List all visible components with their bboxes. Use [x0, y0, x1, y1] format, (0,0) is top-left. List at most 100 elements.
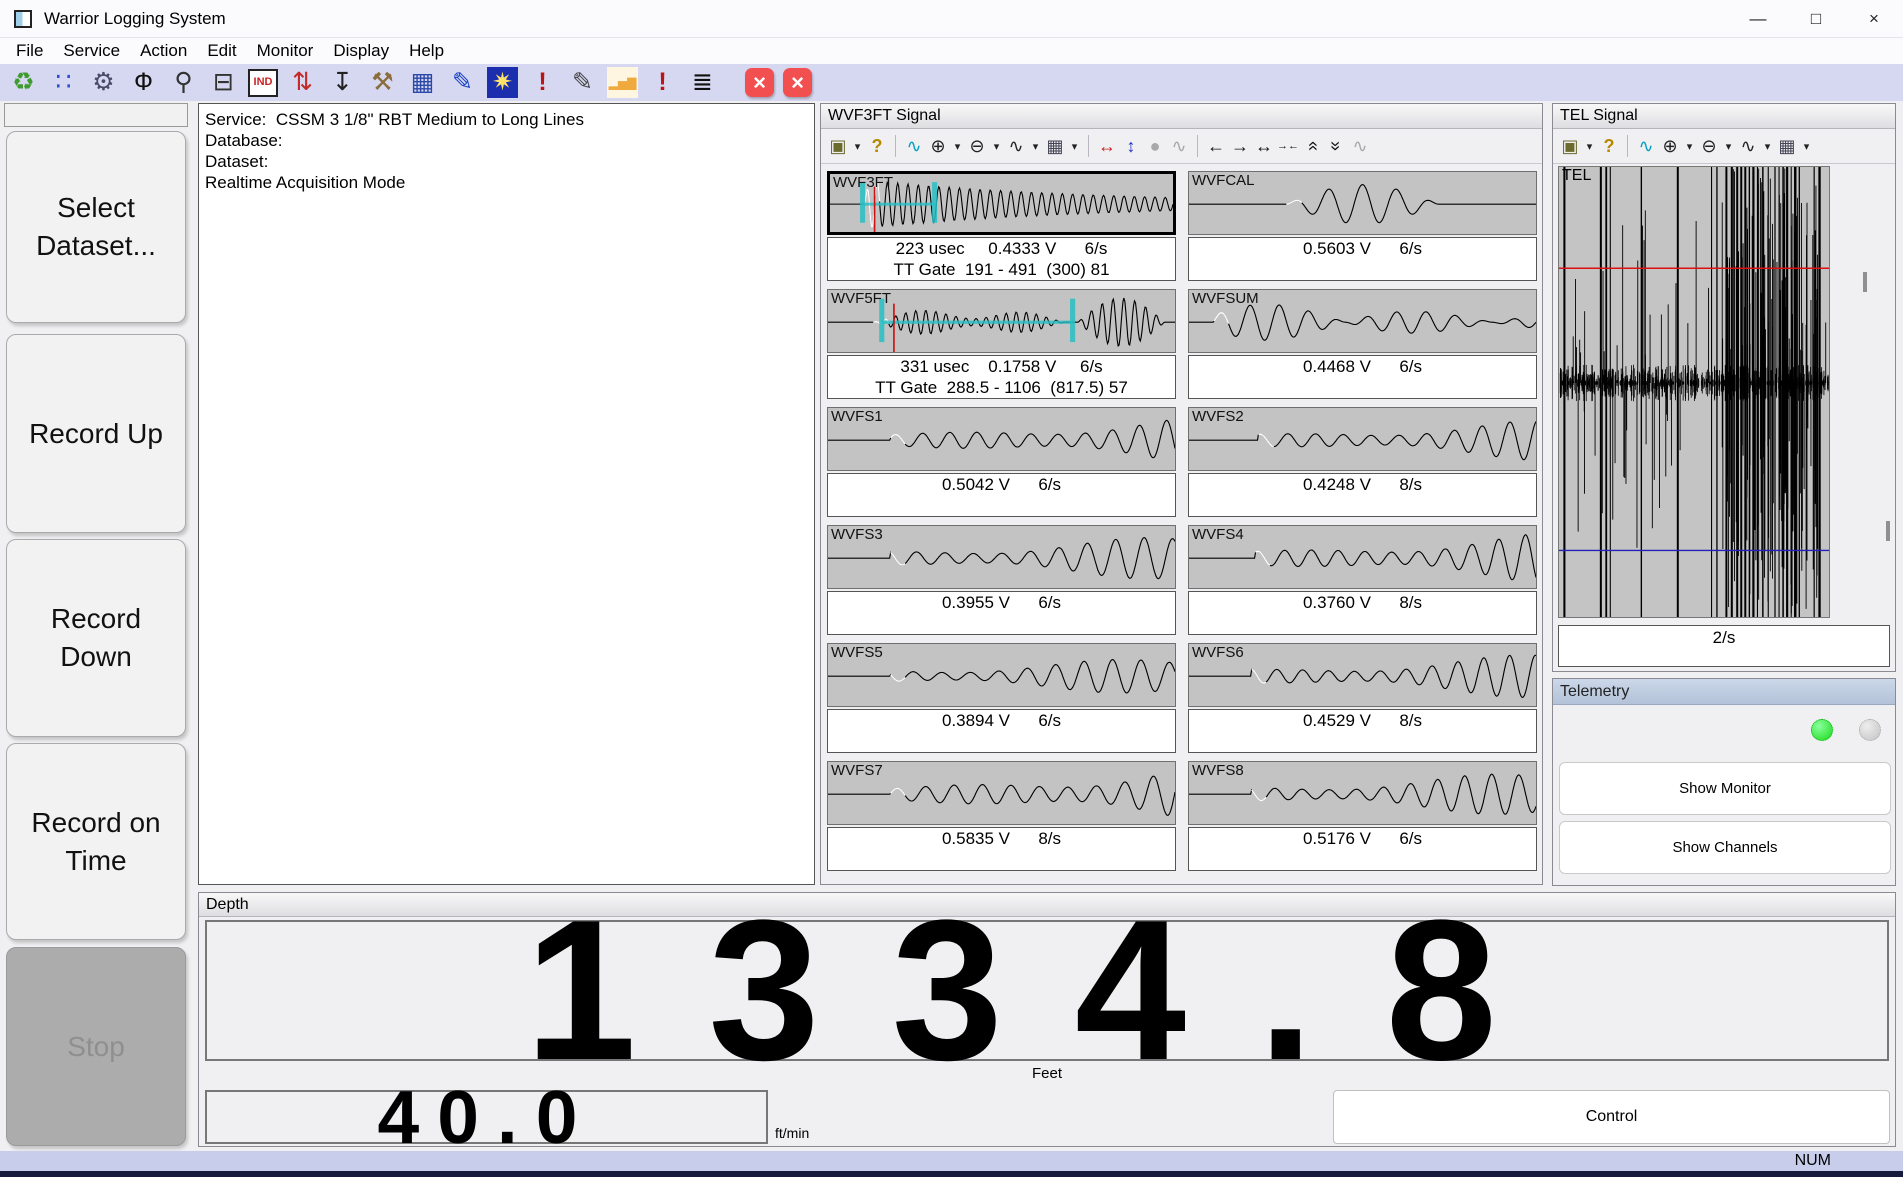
- tel-scroll-marker-top[interactable]: [1863, 272, 1867, 292]
- waveform-cell-wvfs7: WVFS70.5835 V 8/s: [827, 761, 1176, 871]
- waveform-trace-label: WVFS2: [1192, 408, 1244, 425]
- histogram-icon[interactable]: ▂▅▇: [607, 67, 638, 98]
- close-acquisition-icon[interactable]: ×: [745, 68, 774, 97]
- close-window-icon[interactable]: ×: [783, 68, 812, 97]
- sidebar-button-stop[interactable]: Stop: [6, 947, 186, 1146]
- dropdown-icon[interactable]: ▾: [1683, 134, 1696, 158]
- log-format-icon[interactable]: ▦: [407, 67, 438, 98]
- marker-disabled-icon[interactable]: ●: [1144, 134, 1166, 158]
- page-down-icon[interactable]: »: [1324, 135, 1348, 157]
- tel-scroll-marker-bottom[interactable]: [1886, 521, 1890, 541]
- minimize-button[interactable]: —: [1729, 0, 1787, 37]
- zoom-out-icon[interactable]: ⊖: [1698, 134, 1720, 158]
- dropdown-icon[interactable]: ▾: [1761, 134, 1774, 158]
- power-icon[interactable]: Ф: [128, 67, 159, 98]
- amplitude-gate-icon[interactable]: ↕: [1120, 134, 1142, 158]
- dropdown-icon[interactable]: ▾: [1029, 134, 1042, 158]
- toolbar-separator: [895, 135, 896, 157]
- waveform-cell-wvfs1: WVFS10.5042 V 6/s: [827, 407, 1176, 517]
- telemetry-button-show-channels[interactable]: Show Channels: [1559, 821, 1891, 874]
- waveform-display-wvfs1[interactable]: WVFS1: [827, 407, 1176, 471]
- waveform-display-wvfs3[interactable]: WVFS3: [827, 525, 1176, 589]
- dropdown-icon[interactable]: ▾: [1583, 134, 1596, 158]
- menu-help[interactable]: Help: [399, 41, 454, 61]
- sidebar-button-record-down[interactable]: Record Down: [6, 539, 186, 737]
- waveform-trace-label: WVFS4: [1192, 526, 1244, 543]
- print-log-icon[interactable]: ⊟: [208, 67, 239, 98]
- tel-sample-rate: 2/s: [1558, 625, 1890, 667]
- tel-signal-panel: TEL Signal ▣▾?∿⊕▾⊖▾∿▾▦▾ TEL 2/s: [1552, 103, 1896, 672]
- waveform-display-wvf3ft[interactable]: WVF3FT: [827, 171, 1176, 235]
- grid-layout-icon[interactable]: ▦: [1044, 134, 1066, 158]
- help-icon[interactable]: ?: [1598, 134, 1620, 158]
- maximize-button[interactable]: □: [1787, 0, 1845, 37]
- wave-disabled2-icon[interactable]: ∿: [1349, 134, 1371, 158]
- waveform-display-wvfs4[interactable]: WVFS4: [1188, 525, 1537, 589]
- log-edit-icon[interactable]: ✎: [567, 67, 598, 98]
- depth-curves-icon[interactable]: ⇅: [287, 67, 318, 98]
- zoom-out-icon[interactable]: ⊖: [966, 134, 988, 158]
- menu-action[interactable]: Action: [130, 41, 197, 61]
- wave-mode-icon[interactable]: ∿: [1737, 134, 1759, 158]
- dropdown-icon[interactable]: ▾: [851, 134, 864, 158]
- zoom-in-icon[interactable]: ⊕: [1659, 134, 1681, 158]
- menu-edit[interactable]: Edit: [197, 41, 246, 61]
- grid-layout-icon[interactable]: ▦: [1776, 134, 1798, 158]
- rescale-icon[interactable]: ∿: [903, 134, 925, 158]
- menu-display[interactable]: Display: [323, 41, 399, 61]
- export-view-icon[interactable]: ▣: [827, 134, 849, 158]
- telemetry-button-show-monitor[interactable]: Show Monitor: [1559, 762, 1891, 815]
- waveform-display-wvfs5[interactable]: WVFS5: [827, 643, 1176, 707]
- tel-waveform-display[interactable]: TEL: [1558, 166, 1830, 618]
- depth-control-button[interactable]: Control: [1333, 1090, 1890, 1144]
- close-button[interactable]: ×: [1845, 0, 1903, 37]
- zoom-in-icon[interactable]: ⊕: [927, 134, 949, 158]
- waveform-value-line: 223 usec 0.4333 V 6/s: [828, 238, 1175, 259]
- waveform-value-line: 0.3894 V 6/s: [828, 710, 1175, 731]
- log-list-icon[interactable]: ≣: [687, 67, 718, 98]
- waveform-display-wvfcal[interactable]: WVFCAL: [1188, 171, 1537, 235]
- rescale-icon[interactable]: ∿: [1635, 134, 1657, 158]
- menu-file[interactable]: File: [6, 41, 53, 61]
- waveform-display-wvfs2[interactable]: WVFS2: [1188, 407, 1537, 471]
- wave-mode-icon[interactable]: ∿: [1005, 134, 1027, 158]
- expand-icon[interactable]: ↔: [1253, 134, 1275, 158]
- export-view-icon[interactable]: ▣: [1559, 134, 1581, 158]
- dropdown-icon[interactable]: ▾: [1068, 134, 1081, 158]
- menu-service[interactable]: Service: [53, 41, 130, 61]
- wave-disabled-icon[interactable]: ∿: [1168, 134, 1190, 158]
- thermometer-icon[interactable]: !: [647, 67, 678, 98]
- waveform-display-wvfs6[interactable]: WVFS6: [1188, 643, 1537, 707]
- plot-edit-icon[interactable]: ✎: [447, 67, 478, 98]
- sidebar-button-select-dataset[interactable]: Select Dataset...: [6, 131, 186, 323]
- shift-left-icon[interactable]: ←: [1205, 134, 1227, 158]
- dropdown-icon[interactable]: ▾: [990, 134, 1003, 158]
- service-manager-icon[interactable]: ♻: [8, 67, 39, 98]
- waveform-display-wvfs8[interactable]: WVFS8: [1188, 761, 1537, 825]
- waveform-info-wvf3ft: 223 usec 0.4333 V 6/sTT Gate 191 - 491 (…: [827, 237, 1176, 281]
- acquisition-settings-icon[interactable]: ⚙: [88, 67, 119, 98]
- compress-icon[interactable]: →←: [1277, 134, 1299, 158]
- page-up-icon[interactable]: »: [1300, 135, 1324, 157]
- night-plot-icon[interactable]: ✷: [487, 67, 518, 98]
- dropdown-icon[interactable]: ▾: [1800, 134, 1813, 158]
- waveform-display-wvf5ft[interactable]: WVF5FT: [827, 289, 1176, 353]
- tool-string-icon[interactable]: ↧: [327, 67, 358, 98]
- dropdown-icon[interactable]: ▾: [951, 134, 964, 158]
- waveform-trace-label: WVFS7: [831, 762, 883, 779]
- temperature-icon[interactable]: !: [527, 67, 558, 98]
- tt-gate-icon[interactable]: ↔: [1096, 134, 1118, 158]
- menu-monitor[interactable]: Monitor: [247, 41, 324, 61]
- dropdown-icon[interactable]: ▾: [1722, 134, 1735, 158]
- waveform-display-wvfs7[interactable]: WVFS7: [827, 761, 1176, 825]
- waveform-display-wvfsum[interactable]: WVFSUM: [1188, 289, 1537, 353]
- ind-depth-icon[interactable]: IND: [248, 69, 278, 97]
- shift-right-icon[interactable]: →: [1229, 134, 1251, 158]
- database-search-icon[interactable]: ⚲: [168, 67, 199, 98]
- calibration-tools-icon[interactable]: ⚒: [367, 67, 398, 98]
- device-panel-icon[interactable]: ∷: [48, 67, 79, 98]
- toolbar-separator: [1197, 135, 1198, 157]
- help-icon[interactable]: ?: [866, 134, 888, 158]
- sidebar-button-record-on-time[interactable]: Record on Time: [6, 743, 186, 940]
- sidebar-button-record-up[interactable]: Record Up: [6, 334, 186, 533]
